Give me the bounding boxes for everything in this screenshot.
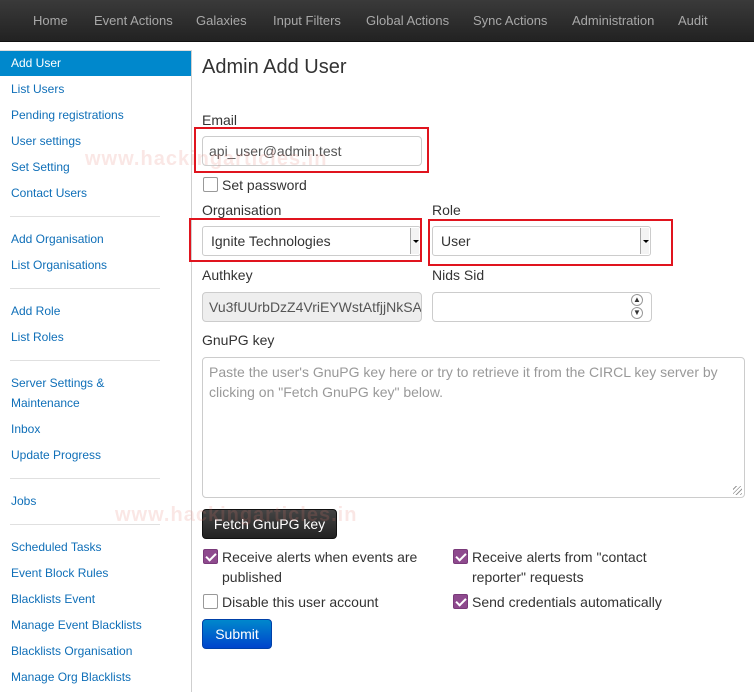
send-credentials-label: Send credentials automatically — [472, 594, 662, 610]
authkey-field: Vu3fUUrbDzZ4VriEYWstAtfjjNkSA — [202, 292, 422, 322]
sidebar-divider — [10, 478, 160, 479]
nav-event-actions[interactable]: Event Actions — [94, 0, 173, 42]
nav-audit[interactable]: Audit — [678, 0, 708, 42]
sidebar-item-add-organisation[interactable]: Add Organisation — [0, 229, 191, 249]
alerts-events-label: Receive alerts when events are — [222, 549, 418, 565]
disable-user-label: Disable this user account — [222, 594, 379, 610]
organisation-label: Organisation — [202, 202, 282, 218]
set-password-label: Set password — [222, 177, 307, 193]
watermark: www.hackingarticles.in — [115, 504, 358, 526]
nav-galaxies[interactable]: Galaxies — [196, 0, 247, 42]
sidebar-item-blacklists-event[interactable]: Blacklists Event — [0, 589, 191, 609]
sidebar-item-maintenance[interactable]: Maintenance — [0, 393, 191, 413]
alerts-contact-checkbox[interactable] — [453, 549, 468, 564]
gpg-key-textarea[interactable]: Paste the user's GnuPG key here or try t… — [202, 357, 745, 498]
sidebar-divider — [10, 216, 160, 217]
watermark: www.hackingarticles.in — [85, 148, 328, 170]
sidebar-item-add-role[interactable]: Add Role — [0, 301, 191, 321]
number-spinner[interactable]: ▲ ▼ — [631, 294, 643, 320]
sidebar-item-blacklists-organisation[interactable]: Blacklists Organisation — [0, 641, 191, 661]
nav-global-actions[interactable]: Global Actions — [366, 0, 449, 42]
authkey-label: Authkey — [202, 267, 253, 283]
sidebar-item-server-settings[interactable]: Server Settings & — [0, 373, 191, 393]
sidebar-item-pending-registrations[interactable]: Pending registrations — [0, 105, 191, 125]
gpg-key-label: GnuPG key — [202, 332, 275, 348]
sidebar-item-update-progress[interactable]: Update Progress — [0, 445, 191, 465]
sidebar-item-manage-event-blacklists[interactable]: Manage Event Blacklists — [0, 615, 191, 635]
role-label: Role — [432, 202, 461, 218]
sidebar: Add User List Users Pending registration… — [0, 50, 192, 692]
nav-input-filters[interactable]: Input Filters — [273, 0, 341, 42]
page-title: Admin Add User — [202, 56, 347, 78]
resize-handle-icon[interactable] — [733, 486, 742, 495]
nids-sid-field[interactable]: ▲ ▼ — [432, 292, 652, 322]
sidebar-item-list-users[interactable]: List Users — [0, 79, 191, 99]
sidebar-item-manage-org-blacklists[interactable]: Manage Org Blacklists — [0, 667, 191, 687]
sidebar-item-list-roles[interactable]: List Roles — [0, 327, 191, 347]
sidebar-item-add-user[interactable]: Add User — [0, 51, 191, 76]
nav-administration[interactable]: Administration — [572, 0, 654, 42]
sidebar-item-inbox[interactable]: Inbox — [0, 419, 191, 439]
highlight-box — [428, 219, 673, 266]
sidebar-divider — [10, 360, 160, 361]
highlight-box — [189, 218, 422, 262]
sidebar-divider — [10, 288, 160, 289]
disable-user-checkbox[interactable] — [203, 594, 218, 609]
top-navbar: Home Event Actions Galaxies Input Filter… — [0, 0, 754, 42]
nids-sid-label: Nids Sid — [432, 267, 485, 283]
nav-sync-actions[interactable]: Sync Actions — [473, 0, 547, 42]
submit-button[interactable]: Submit — [202, 619, 272, 649]
set-password-checkbox[interactable] — [203, 177, 218, 192]
spinner-down-icon[interactable]: ▼ — [631, 307, 643, 319]
alerts-contact-label-cont: reporter" requests — [472, 569, 584, 585]
sidebar-item-contact-users[interactable]: Contact Users — [0, 183, 191, 203]
sidebar-item-list-organisations[interactable]: List Organisations — [0, 255, 191, 275]
send-credentials-checkbox[interactable] — [453, 594, 468, 609]
alerts-contact-label: Receive alerts from "contact — [472, 549, 647, 565]
alerts-events-label-cont: published — [222, 569, 282, 585]
email-label: Email — [202, 112, 238, 128]
nav-home[interactable]: Home — [33, 0, 68, 42]
spinner-up-icon[interactable]: ▲ — [631, 294, 643, 306]
sidebar-item-scheduled-tasks[interactable]: Scheduled Tasks — [0, 537, 191, 557]
sidebar-item-event-block-rules[interactable]: Event Block Rules — [0, 563, 191, 583]
alerts-events-checkbox[interactable] — [203, 549, 218, 564]
gpg-key-placeholder: Paste the user's GnuPG key here or try t… — [209, 364, 718, 400]
